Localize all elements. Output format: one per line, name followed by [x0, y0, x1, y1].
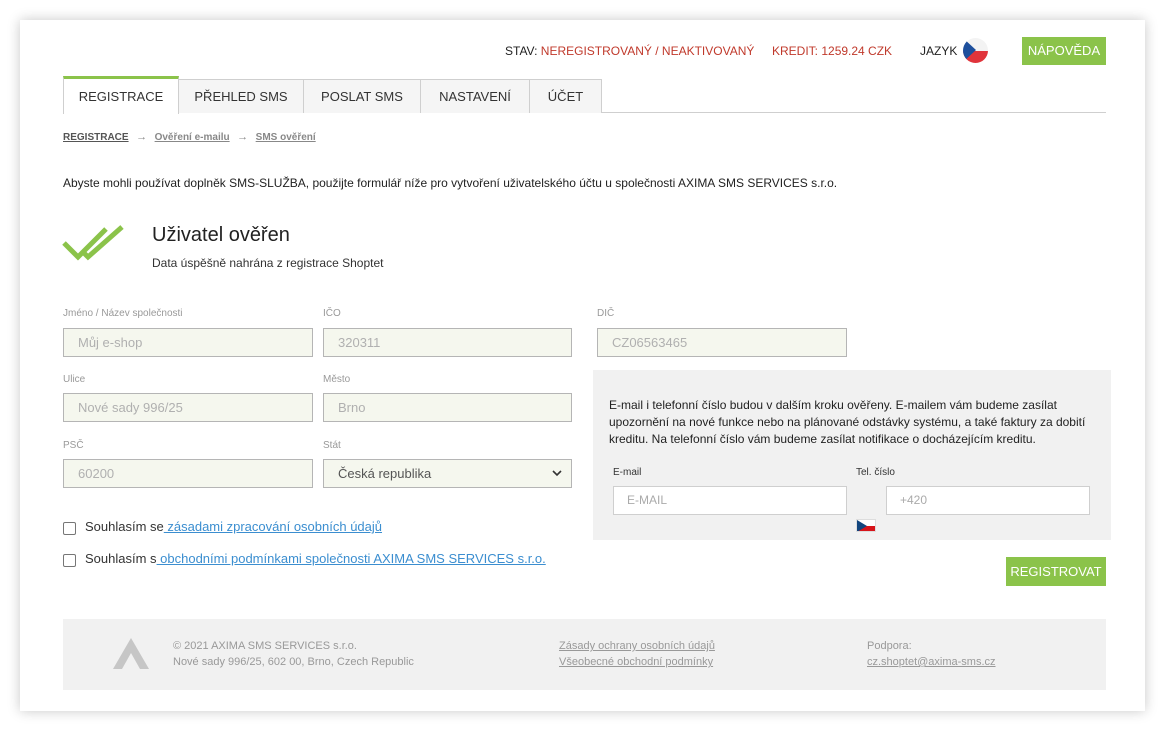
phone-label: Tel. číslo — [856, 467, 895, 478]
tab-prehled-sms[interactable]: PŘEHLED SMS — [178, 79, 304, 113]
consent-prefix: Souhlasím se — [85, 519, 164, 534]
footer-address: Nové sady 996/25, 602 00, Brno, Czech Re… — [173, 656, 414, 668]
footer-support-email[interactable]: cz.shoptet@axima-sms.cz — [867, 654, 996, 670]
chevron-down-icon — [552, 470, 562, 477]
street-label: Ulice — [63, 374, 86, 385]
language-label: JAZYK — [920, 44, 958, 58]
terms-consent-text: Souhlasím s obchodními podmínkami společ… — [85, 551, 546, 566]
email-label: E-mail — [613, 467, 642, 478]
axima-logo-icon — [113, 638, 149, 669]
footer-copyright: © 2021 AXIMA SMS SERVICES s.r.o. — [173, 640, 357, 652]
breadcrumb: REGISTRACE → Ověření e-mailu → SMS ověře… — [63, 127, 316, 145]
status-label: STAV: — [505, 44, 538, 58]
consent-prefix: Souhlasím s — [85, 551, 157, 566]
credit-display: KREDIT: 1259.24 CZK — [772, 44, 893, 58]
breadcrumb-item-registrace[interactable]: REGISTRACE — [63, 132, 129, 143]
tab-poslat-sms[interactable]: POSLAT SMS — [303, 79, 421, 113]
terms-link[interactable]: obchodními podmínkami společnosti AXIMA … — [157, 551, 546, 566]
intro-text: Abyste mohli používat doplněk SMS-SLUŽBA… — [63, 176, 838, 190]
register-button[interactable]: REGISTROVAT — [1006, 557, 1106, 586]
ico-field[interactable]: 320311 — [323, 328, 572, 357]
name-label: Jméno / Název společnosti — [63, 308, 183, 319]
city-field[interactable]: Brno — [323, 393, 572, 422]
double-check-icon — [62, 225, 124, 261]
zip-field[interactable]: 60200 — [63, 459, 313, 488]
verified-subtitle: Data úspěšně nahrána z registrace Shopte… — [152, 256, 384, 270]
zip-label: PSČ — [63, 440, 84, 451]
country-label: Stát — [323, 440, 341, 451]
tab-registrace[interactable]: REGISTRACE — [63, 76, 179, 114]
tab-nastaveni[interactable]: NASTAVENÍ — [420, 79, 530, 113]
arrow-right-icon: → — [234, 131, 252, 143]
ico-label: IČO — [323, 308, 341, 319]
country-value: Česká republika — [338, 466, 432, 481]
status-line: STAV: NEREGISTROVANÝ / NEAKTIVOVANÝ — [505, 44, 754, 58]
help-button[interactable]: NÁPOVĚDA — [1022, 37, 1106, 65]
tab-ucet[interactable]: ÚČET — [529, 79, 602, 113]
dic-label: DIČ — [597, 308, 615, 319]
privacy-consent-checkbox[interactable] — [63, 522, 76, 535]
breadcrumb-item-sms[interactable]: SMS ověření — [256, 132, 316, 143]
contact-info-text: E-mail i telefonní číslo budou v dalším … — [609, 398, 1086, 446]
footer-terms-link[interactable]: Všeobecné obchodní podmínky — [559, 654, 713, 670]
czech-flag-icon[interactable] — [963, 38, 988, 63]
street-field[interactable]: Nové sady 996/25 — [63, 393, 313, 422]
status-value: NEREGISTROVANÝ / NEAKTIVOVANÝ — [540, 44, 755, 58]
verified-title: Uživatel ověřen — [152, 224, 290, 246]
czech-flag-icon[interactable] — [856, 519, 876, 532]
phone-field[interactable]: +420 — [886, 486, 1090, 515]
arrow-right-icon: → — [133, 131, 151, 143]
breadcrumb-item-email[interactable]: Ověření e-mailu — [155, 132, 230, 143]
privacy-consent-text: Souhlasím se zásadami zpracování osobníc… — [85, 519, 382, 534]
city-label: Město — [323, 374, 351, 385]
footer-support-label: Podpora: — [867, 640, 912, 652]
main-panel: STAV: NEREGISTROVANÝ / NEAKTIVOVANÝ KRED… — [20, 20, 1145, 711]
privacy-policy-link[interactable]: zásadami zpracování osobních údajů — [164, 519, 382, 534]
footer-privacy-link[interactable]: Zásady ochrany osobních údajů — [559, 638, 715, 654]
terms-consent-checkbox[interactable] — [63, 554, 76, 567]
dic-field[interactable]: CZ06563465 — [597, 328, 847, 357]
email-field[interactable]: E-MAIL — [613, 486, 847, 515]
company-name-field[interactable]: Můj e-shop — [63, 328, 313, 357]
country-select[interactable]: Česká republika — [323, 459, 572, 488]
